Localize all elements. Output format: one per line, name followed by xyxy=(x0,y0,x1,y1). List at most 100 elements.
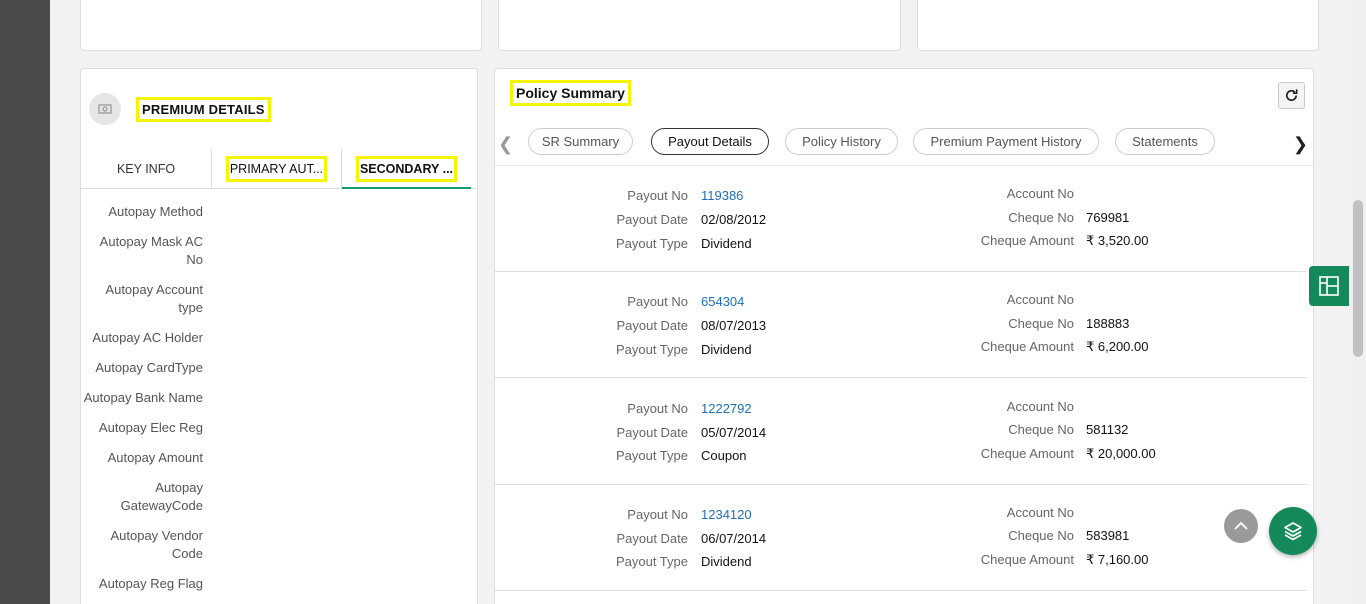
account-no-label: Account No xyxy=(1006,186,1074,201)
cheque-no-label: Cheque No xyxy=(1008,422,1074,437)
tab-premium-payment-history[interactable]: Premium Payment History xyxy=(913,128,1099,155)
layers-button[interactable] xyxy=(1269,507,1317,555)
payout-no-label: Payout No xyxy=(627,507,688,522)
payout-no-link[interactable]: 119386 xyxy=(701,188,743,203)
tab-secondary-autopay[interactable]: SECONDARY ... xyxy=(341,149,471,189)
tab-policy-history[interactable]: Policy History xyxy=(785,128,898,155)
field-autopay-method: Autopay Method xyxy=(108,204,203,219)
payout-type-value: Dividend xyxy=(701,342,752,357)
tab-statements[interactable]: Statements xyxy=(1115,128,1215,155)
premium-header: PREMIUM DETAILS xyxy=(89,93,271,125)
cheque-amount-value: ₹ 20,000.00 xyxy=(1086,446,1156,461)
cheque-amount-label: Cheque Amount xyxy=(980,552,1074,567)
cheque-amount-value: ₹ 7,160.00 xyxy=(1086,552,1149,567)
payout-no-link[interactable]: 1234120 xyxy=(701,507,752,522)
scrollbar-thumb[interactable] xyxy=(1353,200,1363,357)
payout-type-value: Dividend xyxy=(701,236,752,251)
payout-no-label: Payout No xyxy=(627,294,688,309)
top-card-1 xyxy=(80,0,482,51)
field-autopay-vendor-code: Autopay Vendor Code xyxy=(110,528,203,561)
payout-record: Payout No 1234120 Payout Date 06/07/2014… xyxy=(495,485,1307,591)
tab-primary-autopay[interactable]: PRIMARY AUT... xyxy=(211,149,341,188)
tab-primary-autopay-label: PRIMARY AUT... xyxy=(225,155,328,182)
cheque-amount-value: ₹ 3,520.00 xyxy=(1086,233,1149,248)
scroll-to-top-button[interactable] xyxy=(1224,509,1258,543)
payout-date-label: Payout Date xyxy=(616,212,688,227)
policy-tabs: ❮ SR Summary Payout Details Policy Histo… xyxy=(495,126,1313,166)
payout-type-label: Payout Type xyxy=(615,448,688,463)
field-autopay-cardtype: Autopay CardType xyxy=(95,360,203,375)
field-autopay-mask-ac-no: Autopay Mask AC No xyxy=(99,234,203,267)
money-icon xyxy=(89,93,121,125)
payout-date-value: 06/07/2014 xyxy=(701,531,767,546)
cheque-amount-label: Cheque Amount xyxy=(980,339,1074,354)
payout-date-label: Payout Date xyxy=(616,425,688,440)
payout-type-label: Payout Type xyxy=(615,342,688,357)
field-autopay-gatewaycode: Autopay GatewayCode xyxy=(120,480,203,513)
payout-no-link[interactable]: 1222792 xyxy=(701,401,752,416)
cheque-no-value: 583981 xyxy=(1086,528,1130,543)
tab-payout-details[interactable]: Payout Details xyxy=(651,128,769,155)
cheque-no-value: 769981 xyxy=(1086,210,1130,225)
tab-policy-history-label: Policy History xyxy=(802,134,881,149)
payout-record: Payout No 1222792 Payout Date 05/07/2014… xyxy=(495,379,1307,485)
premium-details-title: PREMIUM DETAILS xyxy=(136,96,271,122)
payout-date-label: Payout Date xyxy=(616,318,688,333)
account-no-label: Account No xyxy=(1006,292,1074,307)
chevron-left-icon[interactable]: ❮ xyxy=(498,134,513,155)
layout-toggle-button[interactable] xyxy=(1309,266,1349,306)
field-autopay-account-type: Autopay Account type xyxy=(105,282,203,315)
field-autopay-elec-reg: Autopay Elec Reg xyxy=(98,420,203,435)
policy-summary-card: Policy Summary ❮ SR Summary Payout Detai… xyxy=(494,68,1314,604)
field-autopay-bank-name: Autopay Bank Name xyxy=(83,390,203,405)
autopay-field-list: Autopay Method Autopay Mask AC No Autopa… xyxy=(81,203,203,604)
payout-date-value: 02/08/2012 xyxy=(701,212,767,227)
tab-payout-details-label: Payout Details xyxy=(668,134,752,149)
payout-type-value: Coupon xyxy=(701,448,747,463)
field-autopay-ac-holder: Autopay AC Holder xyxy=(92,330,203,345)
payout-no-link[interactable]: 654304 xyxy=(701,294,744,309)
layers-icon xyxy=(1284,522,1302,541)
account-no-label: Account No xyxy=(1006,505,1074,520)
tab-key-info[interactable]: KEY INFO xyxy=(81,149,211,188)
tab-key-info-label: KEY INFO xyxy=(116,161,176,176)
payout-type-value: Dividend xyxy=(701,554,752,569)
tab-secondary-autopay-label: SECONDARY ... xyxy=(355,155,458,182)
layout-icon xyxy=(1319,276,1339,296)
cheque-no-value: 581132 xyxy=(1086,422,1129,437)
refresh-icon xyxy=(1286,89,1298,101)
chevron-right-icon[interactable]: ❯ xyxy=(1293,134,1308,155)
payout-type-label: Payout Type xyxy=(615,554,688,569)
left-rail xyxy=(0,0,50,604)
cheque-amount-label: Cheque Amount xyxy=(980,446,1074,461)
cheque-no-label: Cheque No xyxy=(1008,528,1074,543)
payout-date-value: 05/07/2014 xyxy=(701,425,767,440)
cheque-amount-label: Cheque Amount xyxy=(980,233,1074,248)
refresh-button[interactable] xyxy=(1278,82,1305,109)
payout-date-value: 08/07/2013 xyxy=(701,318,767,333)
payout-no-label: Payout No xyxy=(627,401,688,416)
premium-details-card: PREMIUM DETAILS KEY INFO PRIMARY AUT... … xyxy=(80,68,478,604)
top-card-2 xyxy=(498,0,901,51)
tab-premium-payment-history-label: Premium Payment History xyxy=(930,134,1082,149)
payout-type-label: Payout Type xyxy=(615,236,688,251)
field-autopay-amount: Autopay Amount xyxy=(107,450,203,465)
tab-sr-summary-label: SR Summary xyxy=(541,134,620,149)
premium-tabs: KEY INFO PRIMARY AUT... SECONDARY ... xyxy=(81,149,477,189)
cheque-no-label: Cheque No xyxy=(1008,316,1074,331)
payout-no-label: Payout No xyxy=(627,188,688,203)
top-card-3 xyxy=(917,0,1319,51)
cheque-amount-value: ₹ 6,200.00 xyxy=(1086,339,1149,354)
field-autopay-reg-flag: Autopay Reg Flag xyxy=(98,576,203,591)
payout-record: Payout No 119386 Payout Date 02/08/2012 … xyxy=(495,166,1307,272)
cheque-no-value: 188883 xyxy=(1086,316,1130,331)
scrollbar[interactable] xyxy=(1350,0,1366,604)
account-no-label: Account No xyxy=(1006,399,1074,414)
policy-summary-title: Policy Summary xyxy=(510,80,631,106)
tab-statements-label: Statements xyxy=(1132,134,1198,149)
cheque-no-label: Cheque No xyxy=(1008,210,1074,225)
payout-record: Payout No 654304 Payout Date 08/07/2013 … xyxy=(495,272,1307,378)
tab-sr-summary[interactable]: SR Summary xyxy=(528,128,633,155)
chevron-up-icon xyxy=(1234,521,1248,530)
payout-date-label: Payout Date xyxy=(616,531,688,546)
